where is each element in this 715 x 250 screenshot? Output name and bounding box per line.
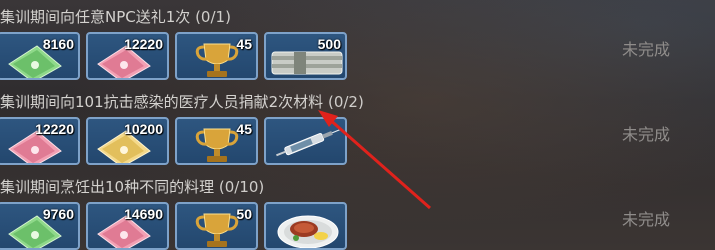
reward-list: 8160 12220 45 500 [0, 32, 360, 80]
reward-slot[interactable] [264, 117, 347, 165]
reward-amount: 10200 [124, 121, 163, 137]
syringe-icon [276, 128, 342, 157]
task-status: 未完成 [622, 210, 671, 229]
task-status: 未完成 [622, 125, 671, 144]
reward-list: 9760 14690 50 [0, 202, 360, 250]
reward-amount: 8160 [42, 36, 74, 52]
reward-amount: 12220 [35, 121, 74, 137]
reward-amount: 9760 [42, 206, 74, 222]
reward-list: 12220 10200 45 [0, 117, 360, 165]
steak-plate-icon [277, 215, 339, 248]
task-progress: (0/1) [195, 8, 231, 26]
reward-slot[interactable]: 10200 [86, 117, 169, 165]
reward-slot[interactable]: 45 [175, 32, 258, 80]
task-title: 集训期间向任意NPC送礼1次 (0/1) [0, 4, 231, 30]
task-panel: 集训期间向任意NPC送礼1次 (0/1) 8160 12220 45 500 未… [0, 0, 715, 250]
reward-amount: 500 [317, 36, 341, 52]
reward-slot[interactable]: 12220 [86, 32, 169, 80]
reward-slot[interactable]: 50 [175, 202, 258, 250]
task-title-text: 集训期间向101抗击感染的医疗人员捐献2次材料 [0, 93, 324, 111]
reward-slot[interactable]: 45 [175, 117, 258, 165]
reward-slot[interactable]: 8160 [0, 32, 80, 80]
reward-slot[interactable]: 12220 [0, 117, 80, 165]
reward-slot[interactable] [264, 202, 347, 250]
reward-slot[interactable]: 500 [264, 32, 347, 80]
reward-slot[interactable]: 14690 [86, 202, 169, 250]
task-title-text: 集训期间向任意NPC送礼1次 [0, 8, 191, 26]
reward-amount: 45 [236, 121, 252, 137]
task-progress: (0/2) [327, 93, 364, 111]
task-progress: (0/10) [218, 178, 265, 196]
reward-amount: 45 [236, 36, 252, 52]
reward-amount: 14690 [124, 206, 163, 222]
reward-slot[interactable]: 9760 [0, 202, 80, 250]
reward-amount: 12220 [124, 36, 163, 52]
reward-amount: 50 [236, 206, 252, 222]
task-status: 未完成 [622, 40, 671, 59]
task-title: 集训期间向101抗击感染的医疗人员捐献2次材料 (0/2) [0, 89, 364, 115]
task-title-text: 集训期间烹饪出10种不同的料理 [0, 178, 215, 196]
task-title: 集训期间烹饪出10种不同的料理 (0/10) [0, 174, 264, 200]
